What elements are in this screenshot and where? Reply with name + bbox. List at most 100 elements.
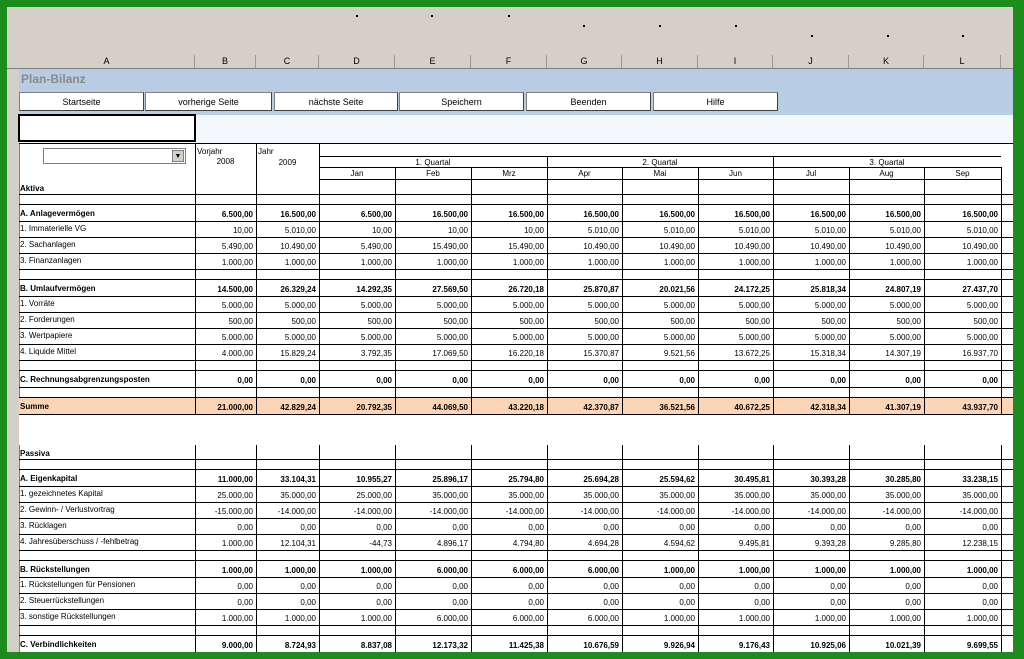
table-cell[interactable]: 26.720,18 (471, 284, 544, 296)
table-cell[interactable]: 35.000,00 (547, 490, 619, 502)
table-cell[interactable]: 0,00 (849, 581, 921, 593)
table-cell[interactable]: 0,00 (773, 375, 846, 387)
dropdown-select[interactable]: ▼ (43, 148, 186, 164)
table-cell[interactable]: 0,00 (622, 581, 695, 593)
table-cell[interactable]: 0,00 (849, 522, 921, 534)
row-label[interactable]: A. Anlagevermögen (20, 208, 194, 220)
table-cell[interactable]: 14.500,00 (195, 284, 253, 296)
table-cell[interactable]: 9.521,56 (622, 348, 695, 360)
table-cell[interactable]: 1.000,00 (256, 565, 316, 577)
table-cell[interactable]: 15.490,00 (471, 241, 544, 253)
table-cell[interactable]: 0,00 (698, 375, 770, 387)
column-header-b[interactable]: B (195, 55, 256, 68)
table-cell[interactable]: 0,00 (924, 522, 998, 534)
table-cell[interactable]: 4.794,80 (471, 538, 544, 550)
column-header-j[interactable]: J (773, 55, 849, 68)
table-cell[interactable]: 15.490,00 (395, 241, 468, 253)
nav-button-2[interactable]: vorherige Seite (145, 92, 272, 111)
table-cell[interactable]: 5.000,00 (924, 300, 998, 312)
table-cell[interactable]: 1.000,00 (698, 565, 770, 577)
table-cell[interactable]: 5.000,00 (622, 332, 695, 344)
table-cell[interactable]: -14.000,00 (622, 506, 695, 518)
table-cell[interactable]: 30.285,80 (849, 474, 921, 486)
table-cell[interactable]: 1.000,00 (849, 613, 921, 625)
table-cell[interactable]: 1.000,00 (773, 565, 846, 577)
table-cell[interactable]: 16.500,00 (849, 209, 921, 221)
table-cell[interactable]: 1.000,00 (849, 257, 921, 269)
table-cell[interactable]: 1.000,00 (698, 257, 770, 269)
nav-button-6[interactable]: Hilfe (653, 92, 778, 111)
row-label[interactable]: 4. Jahresüberschuss / -fehlbetrag (20, 536, 194, 548)
table-cell[interactable]: 5.010,00 (698, 225, 770, 237)
nav-button-5[interactable]: Beenden (526, 92, 651, 111)
column-header-h[interactable]: H (622, 55, 698, 68)
table-cell[interactable]: 500,00 (547, 316, 619, 328)
row-label[interactable]: Aktiva (20, 183, 194, 195)
table-cell[interactable]: 3.792,35 (319, 348, 392, 360)
table-cell[interactable]: 8.724,93 (256, 640, 316, 652)
table-cell[interactable]: 15.829,24 (256, 348, 316, 360)
table-cell[interactable]: -14.000,00 (698, 506, 770, 518)
table-cell[interactable]: 6.000,00 (547, 565, 619, 577)
table-cell[interactable]: 43.937,70 (924, 402, 998, 414)
table-cell[interactable]: 44.069,50 (395, 402, 468, 414)
table-cell[interactable]: 5.000,00 (698, 300, 770, 312)
table-cell[interactable]: 30.393,28 (773, 474, 846, 486)
table-cell[interactable]: 25.000,00 (195, 490, 253, 502)
row-label[interactable]: C. Rechnungsabgrenzungsposten (20, 374, 194, 386)
row-label[interactable]: 3. Finanzanlagen (20, 255, 194, 267)
table-cell[interactable]: 0,00 (256, 581, 316, 593)
table-cell[interactable]: 0,00 (547, 581, 619, 593)
row-label[interactable]: 4. Liquide Mittel (20, 346, 194, 358)
table-cell[interactable]: 0,00 (395, 581, 468, 593)
nav-button-4[interactable]: Speichern (399, 92, 524, 111)
table-cell[interactable]: 0,00 (698, 597, 770, 609)
table-cell[interactable]: 4.896,17 (395, 538, 468, 550)
table-cell[interactable]: 500,00 (773, 316, 846, 328)
table-cell[interactable]: 5.010,00 (547, 225, 619, 237)
table-cell[interactable]: 5.000,00 (547, 300, 619, 312)
table-cell[interactable]: 0,00 (395, 597, 468, 609)
table-cell[interactable]: 15.370,87 (547, 348, 619, 360)
table-cell[interactable]: 0,00 (195, 581, 253, 593)
table-cell[interactable]: 42.318,34 (773, 402, 846, 414)
table-cell[interactable]: 5.000,00 (319, 300, 392, 312)
table-cell[interactable]: 14.292,35 (319, 284, 392, 296)
table-cell[interactable]: 5.010,00 (622, 225, 695, 237)
table-cell[interactable]: 16.500,00 (256, 209, 316, 221)
table-cell[interactable]: 16.500,00 (698, 209, 770, 221)
table-cell[interactable]: 0,00 (773, 597, 846, 609)
column-header-g[interactable]: G (547, 55, 622, 68)
table-cell[interactable]: 10.490,00 (256, 241, 316, 253)
table-cell[interactable]: 9.000,00 (195, 640, 253, 652)
table-cell[interactable]: 1.000,00 (773, 257, 846, 269)
table-cell[interactable]: 10,00 (319, 225, 392, 237)
table-cell[interactable]: 10.955,27 (319, 474, 392, 486)
row-label[interactable]: Summe (20, 401, 194, 413)
row-label[interactable]: B. Rückstellungen (20, 564, 194, 576)
table-cell[interactable]: 5.000,00 (195, 332, 253, 344)
table-cell[interactable]: 1.000,00 (471, 257, 544, 269)
table-cell[interactable]: 5.000,00 (195, 300, 253, 312)
table-cell[interactable]: 6.000,00 (395, 565, 468, 577)
table-cell[interactable]: 1.000,00 (195, 538, 253, 550)
column-header-a[interactable]: A (19, 55, 195, 68)
table-cell[interactable]: 0,00 (256, 522, 316, 534)
table-cell[interactable]: 33.104,31 (256, 474, 316, 486)
table-cell[interactable]: 10.676,59 (547, 640, 619, 652)
table-cell[interactable]: 0,00 (256, 375, 316, 387)
column-header-i[interactable]: I (698, 55, 773, 68)
table-cell[interactable]: 5.000,00 (698, 332, 770, 344)
row-label[interactable]: 2. Gewinn- / Verlustvortrag (20, 504, 194, 516)
table-cell[interactable]: 5.000,00 (256, 332, 316, 344)
table-cell[interactable]: 5.000,00 (849, 332, 921, 344)
table-cell[interactable]: 1.000,00 (849, 565, 921, 577)
table-cell[interactable]: 35.000,00 (395, 490, 468, 502)
table-cell[interactable]: 12.238,15 (924, 538, 998, 550)
table-cell[interactable]: 0,00 (773, 522, 846, 534)
table-cell[interactable]: 8.837,08 (319, 640, 392, 652)
table-cell[interactable]: 0,00 (319, 522, 392, 534)
table-cell[interactable]: 35.000,00 (256, 490, 316, 502)
table-cell[interactable]: 35.000,00 (849, 490, 921, 502)
table-cell[interactable]: 5.000,00 (773, 300, 846, 312)
